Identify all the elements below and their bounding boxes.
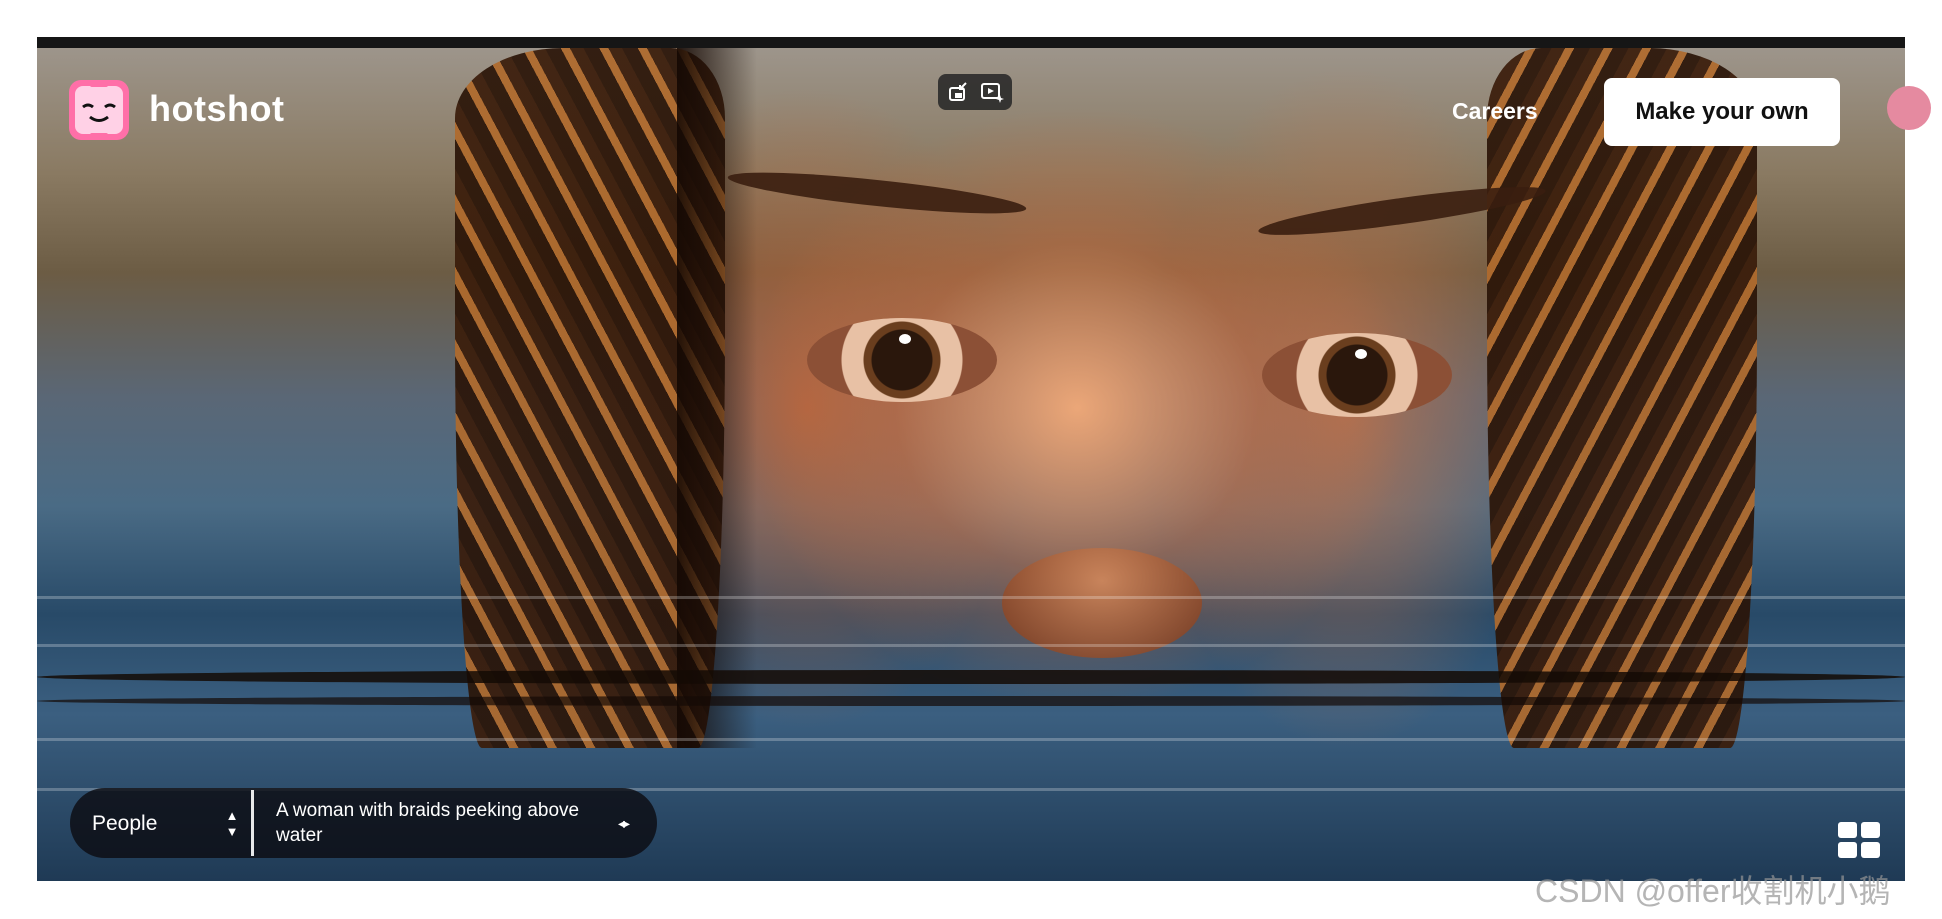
- watermark: CSDN @offer收割机小鹅: [1535, 873, 1891, 909]
- smiling-face-logo-icon[interactable]: [68, 79, 130, 141]
- hero-eye-glint: [899, 334, 911, 344]
- stepper-down-icon[interactable]: ▼: [226, 824, 239, 840]
- hero-waterline: [37, 670, 1905, 684]
- avatar[interactable]: [1887, 86, 1931, 130]
- stepper-up-icon[interactable]: ▲: [226, 808, 239, 824]
- category-select-value[interactable]: People: [92, 812, 157, 836]
- category-stepper[interactable]: ▲ ▼: [222, 808, 242, 842]
- hero-nose: [1002, 548, 1202, 658]
- hero-eye-glint: [1355, 349, 1367, 359]
- prompt-text: A woman with braids peeking above water: [276, 800, 580, 846]
- hero-hair-right: [1487, 48, 1757, 748]
- hero-waterline: [37, 696, 1905, 706]
- hero-ripple: [37, 738, 1905, 741]
- hero-ripple: [37, 644, 1905, 647]
- page-frame: [37, 37, 1905, 881]
- hero-eye-left: [807, 318, 997, 402]
- hero-shadow: [677, 48, 757, 748]
- hero-ripple: [37, 596, 1905, 599]
- brand-name[interactable]: hotshot: [149, 88, 284, 130]
- make-your-own-button[interactable]: Make your own: [1604, 78, 1840, 146]
- controls-divider: [251, 790, 254, 856]
- prev-next-arrows-icon[interactable]: ◂▸: [618, 815, 630, 832]
- hero-video[interactable]: [37, 48, 1905, 881]
- hero-brow-left: [726, 164, 1028, 222]
- careers-link[interactable]: Careers: [1452, 98, 1538, 125]
- video-controls: [938, 74, 1012, 110]
- grid-view-icon[interactable]: [1838, 822, 1880, 858]
- play-sparkle-icon[interactable]: [978, 78, 1006, 106]
- hero-eye-right: [1262, 333, 1452, 417]
- exit-pip-icon[interactable]: [945, 78, 973, 106]
